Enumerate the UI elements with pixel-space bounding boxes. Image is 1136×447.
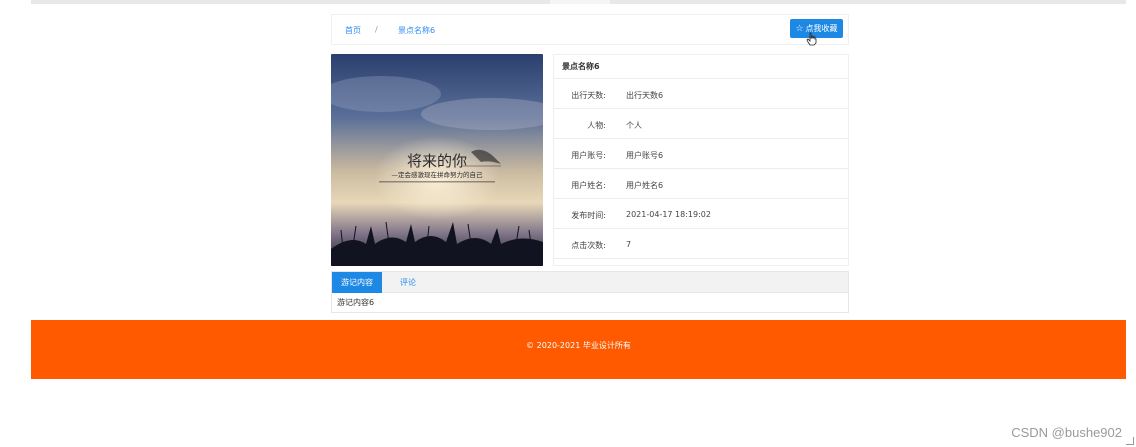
- top-nav-gap: [550, 0, 610, 4]
- tab-comments[interactable]: 评论: [390, 272, 426, 293]
- breadcrumb-separator: /: [375, 25, 378, 34]
- tab-travel-notes[interactable]: 游记内容: [332, 272, 382, 293]
- top-nav-strip: [31, 0, 1126, 4]
- info-label: 人物:: [587, 121, 606, 130]
- photo-title-text: 将来的你: [407, 152, 467, 170]
- breadcrumb-current[interactable]: 景点名称6: [398, 25, 435, 36]
- info-label: 用户姓名:: [571, 181, 606, 190]
- info-table: 景点名称6 出行天数: 出行天数6 人物: 个人 用户账号: 用户账号6 用户姓…: [553, 54, 849, 266]
- info-label: 出行天数:: [571, 91, 606, 100]
- csdn-watermark: CSDN @bushe902: [1011, 425, 1122, 440]
- info-value: 出行天数6: [626, 91, 664, 100]
- info-row: 人物: 个人: [554, 109, 848, 139]
- tab-content: 游记内容6: [331, 293, 849, 313]
- info-title: 景点名称6: [554, 55, 848, 79]
- info-value: 2021-04-17 18:19:02: [626, 210, 711, 219]
- photo-subtitle-text: —定会感激现在拼命努力的自己: [392, 170, 484, 179]
- info-value: 用户姓名6: [626, 181, 664, 190]
- footer: © 2020-2021 毕业设计所有: [31, 320, 1126, 379]
- info-label: 点击次数:: [571, 241, 606, 250]
- star-outline-icon: ☆: [795, 23, 804, 34]
- info-value: 7: [626, 240, 632, 249]
- info-label: 用户账号:: [571, 151, 606, 160]
- breadcrumb: 首页 / 景点名称6 ☆ 点我收藏: [331, 14, 849, 45]
- resize-handle-icon[interactable]: [1126, 437, 1134, 445]
- info-value: 个人: [626, 121, 642, 130]
- attraction-photo: 将来的你 —定会感激现在拼命努力的自己: [331, 54, 543, 266]
- info-value: 用户账号6: [626, 151, 664, 160]
- footer-copyright: © 2020-2021 毕业设计所有: [526, 341, 631, 350]
- info-row: 出行天数: 出行天数6: [554, 79, 848, 109]
- info-row: 发布时间: 2021-04-17 18:19:02: [554, 199, 848, 229]
- info-label: 发布时间:: [571, 211, 606, 220]
- breadcrumb-home-link[interactable]: 首页: [345, 25, 361, 36]
- info-row: 点击次数: 7: [554, 229, 848, 259]
- content-tabs: 游记内容 评论: [331, 271, 849, 293]
- hand-cursor-icon: [806, 32, 817, 46]
- info-row: 用户账号: 用户账号6: [554, 139, 848, 169]
- info-row: 用户姓名: 用户姓名6: [554, 169, 848, 199]
